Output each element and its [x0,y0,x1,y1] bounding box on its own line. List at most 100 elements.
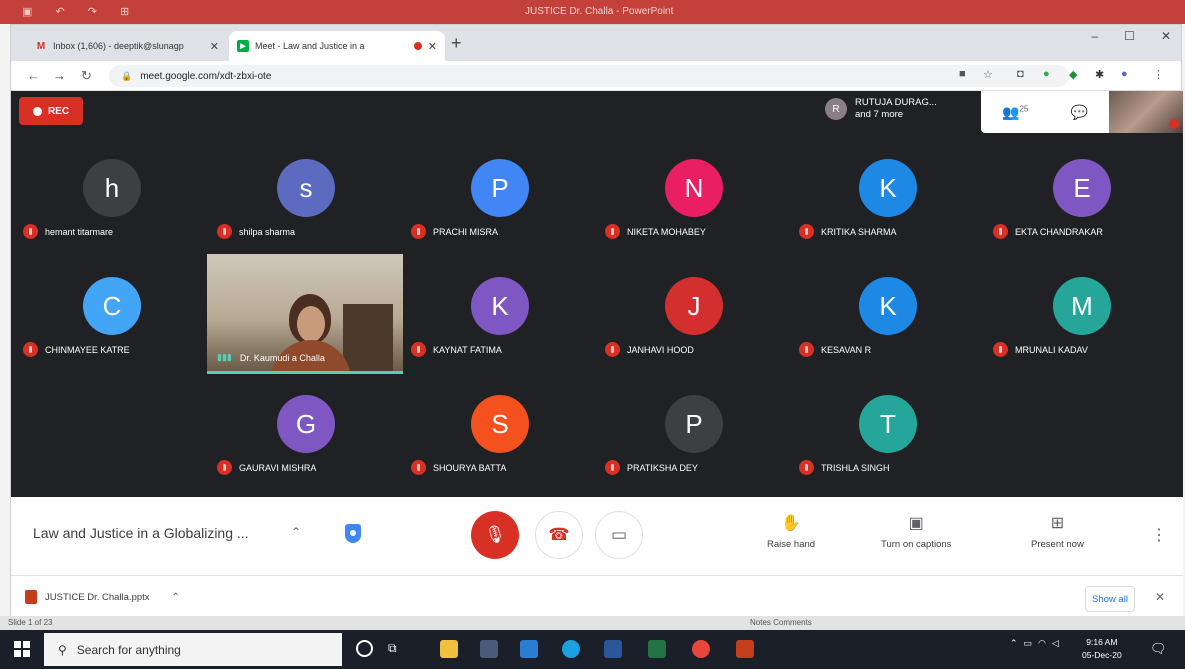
recording-indicator-icon [413,42,422,50]
avatar: C [83,277,141,335]
file-explorer-icon[interactable] [440,640,458,658]
participant-tile[interactable]: h hemant titarmare [15,145,209,261]
cortana-icon[interactable] [356,640,373,657]
mic-off-icon [23,342,38,357]
excel-icon[interactable] [648,640,666,658]
participant-tile[interactable]: P PRATIKSHA DEY [597,381,791,497]
volume-icon[interactable]: ◁ [1052,638,1059,649]
taskbar-search-input[interactable]: ⚲ Search for anything [44,633,342,666]
participant-name-row: KESAVAN R [799,342,871,357]
close-window-button[interactable]: ✕ [1161,29,1171,43]
leave-call-button[interactable]: ☎ [535,511,583,559]
chevron-up-icon[interactable]: ⌃ [1010,638,1018,649]
participant-tile[interactable]: C CHINMAYEE KATRE [15,263,209,379]
system-tray[interactable]: ⌃ ▭ ◠ ◁ [1010,638,1059,649]
tab-gmail[interactable]: M Inbox (1,606) - deeptik@slunagp ✕ [27,31,227,61]
participant-name: KAYNAT FATIMA [433,344,502,355]
participant-name-row: CHINMAYEE KATRE [23,342,130,357]
extension-icon[interactable]: ◆ [1069,68,1077,81]
mic-toggle-button[interactable]: 🎙 [471,511,519,559]
close-icon[interactable]: ✕ [210,40,219,53]
wifi-icon[interactable]: ◠ [1038,638,1046,649]
reload-icon[interactable]: ↻ [81,68,92,84]
maximize-button[interactable]: ☐ [1124,29,1135,43]
back-arrow-icon[interactable]: ← [27,68,40,83]
extension-green-icon[interactable]: ● [1043,68,1050,80]
captions-icon: ▣ [908,515,924,532]
participant-name: PRATIKSHA DEY [627,462,698,473]
participant-name: MRUNALI KADAV [1015,344,1088,355]
presenter-name: RUTUJA DURAG... [855,97,937,108]
camera-icon[interactable]: ■ [959,68,966,80]
participant-tile[interactable]: K KAYNAT FATIMA [403,263,597,379]
raise-hand-button[interactable]: ✋ Raise hand [767,515,815,550]
forward-arrow-icon[interactable]: → [53,68,66,83]
show-all-button[interactable]: Show all [1085,586,1135,612]
puzzle-icon[interactable]: ✱ [1095,68,1104,81]
minimize-button[interactable]: – [1091,29,1098,43]
present-now-button[interactable]: ⊞ Present now [1031,515,1084,550]
profile-avatar-icon[interactable]: ● [1121,68,1128,80]
video-tile-label: ▮▮▮ Dr. Kaumudi a Challa [217,352,325,363]
recording-badge: REC [19,97,83,125]
store-icon[interactable] [480,640,498,658]
notes-comments[interactable]: Notes Comments [750,618,812,627]
participant-tile[interactable]: K KRITIKA SHARMA [791,145,985,261]
bookmark-star-icon[interactable]: ☆ [983,68,993,81]
avatar: T [859,395,917,453]
participant-tile[interactable]: J JANHAVI HOOD [597,263,791,379]
close-icon[interactable]: ✕ [428,40,437,53]
chevron-up-icon[interactable]: ⌃ [291,525,301,539]
people-button[interactable]: 👥25 [1002,104,1028,121]
participant-tile[interactable]: S SHOURYA BATTA [403,381,597,497]
avatar: E [1053,159,1111,217]
task-view-icon[interactable]: ⧉ [388,641,397,656]
extension-icon[interactable]: ◘ [1017,68,1024,80]
participant-tile[interactable]: N NIKETA MOHABEY [597,145,791,261]
url-input[interactable]: 🔒 meet.google.com/xdt-zbxi-ote [109,65,1069,87]
network-icon[interactable]: ▭ [1024,638,1033,649]
clock[interactable]: 9:16 AM 05-Dec-20 [1082,636,1122,662]
captions-button[interactable]: ▣ Turn on captions [881,515,951,550]
chrome-icon[interactable] [692,640,710,658]
participant-name: SHOURYA BATTA [433,462,507,473]
mic-off-icon [605,460,620,475]
notifications-icon[interactable]: 🗨 [1150,641,1167,657]
tab-meet[interactable]: ▶ Meet - Law and Justice in a ✕ [229,31,445,61]
video-tile-presenter[interactable]: ▮▮▮ Dr. Kaumudi a Challa [207,254,403,374]
participant-tile[interactable]: T TRISHLA SINGH [791,381,985,497]
participant-tile[interactable]: M MRUNALI KADAV [985,263,1179,379]
meeting-controls-bar: Law and Justice in a Globalizing ... ⌃ 🎙… [11,497,1183,575]
participant-name-row: EKTA CHANDRAKAR [993,224,1103,239]
participant-tile[interactable]: K KESAVAN R [791,263,985,379]
mic-off-icon [993,224,1008,239]
host-controls-shield-icon[interactable] [345,524,361,543]
chevron-up-icon[interactable]: ⌃ [172,592,180,603]
participant-name-row: hemant titarmare [23,224,113,239]
menu-kebab-icon[interactable]: ⋮ [1153,68,1164,81]
participant-tile[interactable]: P PRACHI MISRA [403,145,597,261]
participant-tile[interactable]: s shilpa sharma [209,145,403,261]
self-view-thumbnail[interactable] [1109,91,1183,133]
camera-toggle-button[interactable]: ▭ [595,511,643,559]
powerpoint-quick-access-icons[interactable]: ▣ ↶ ↷ ⊞ [22,5,139,18]
new-tab-button[interactable]: + [451,33,462,54]
windows-start-icon[interactable] [14,641,30,657]
edge-icon[interactable] [562,640,580,658]
participant-count: 25 [1019,103,1029,113]
avatar: G [277,395,335,453]
word-icon[interactable] [604,640,622,658]
powerpoint-icon[interactable] [736,640,754,658]
participant-tile[interactable]: E EKTA CHANDRAKAR [985,145,1179,261]
download-item[interactable]: JUSTICE Dr. Challa.pptx ⌃ [25,590,180,604]
mail-icon[interactable] [520,640,538,658]
chat-button[interactable]: 💬 [1071,104,1088,121]
avatar: K [471,277,529,335]
window-controls: – ☐ ✕ [1091,29,1171,43]
avatar: M [1053,277,1111,335]
mic-off-icon [1169,119,1179,129]
more-options-icon[interactable]: ⋮ [1151,525,1167,545]
meeting-title[interactable]: Law and Justice in a Globalizing ... [33,525,249,541]
participant-tile[interactable]: G GAURAVI MISHRA [209,381,403,497]
close-icon[interactable]: ✕ [1155,590,1165,604]
